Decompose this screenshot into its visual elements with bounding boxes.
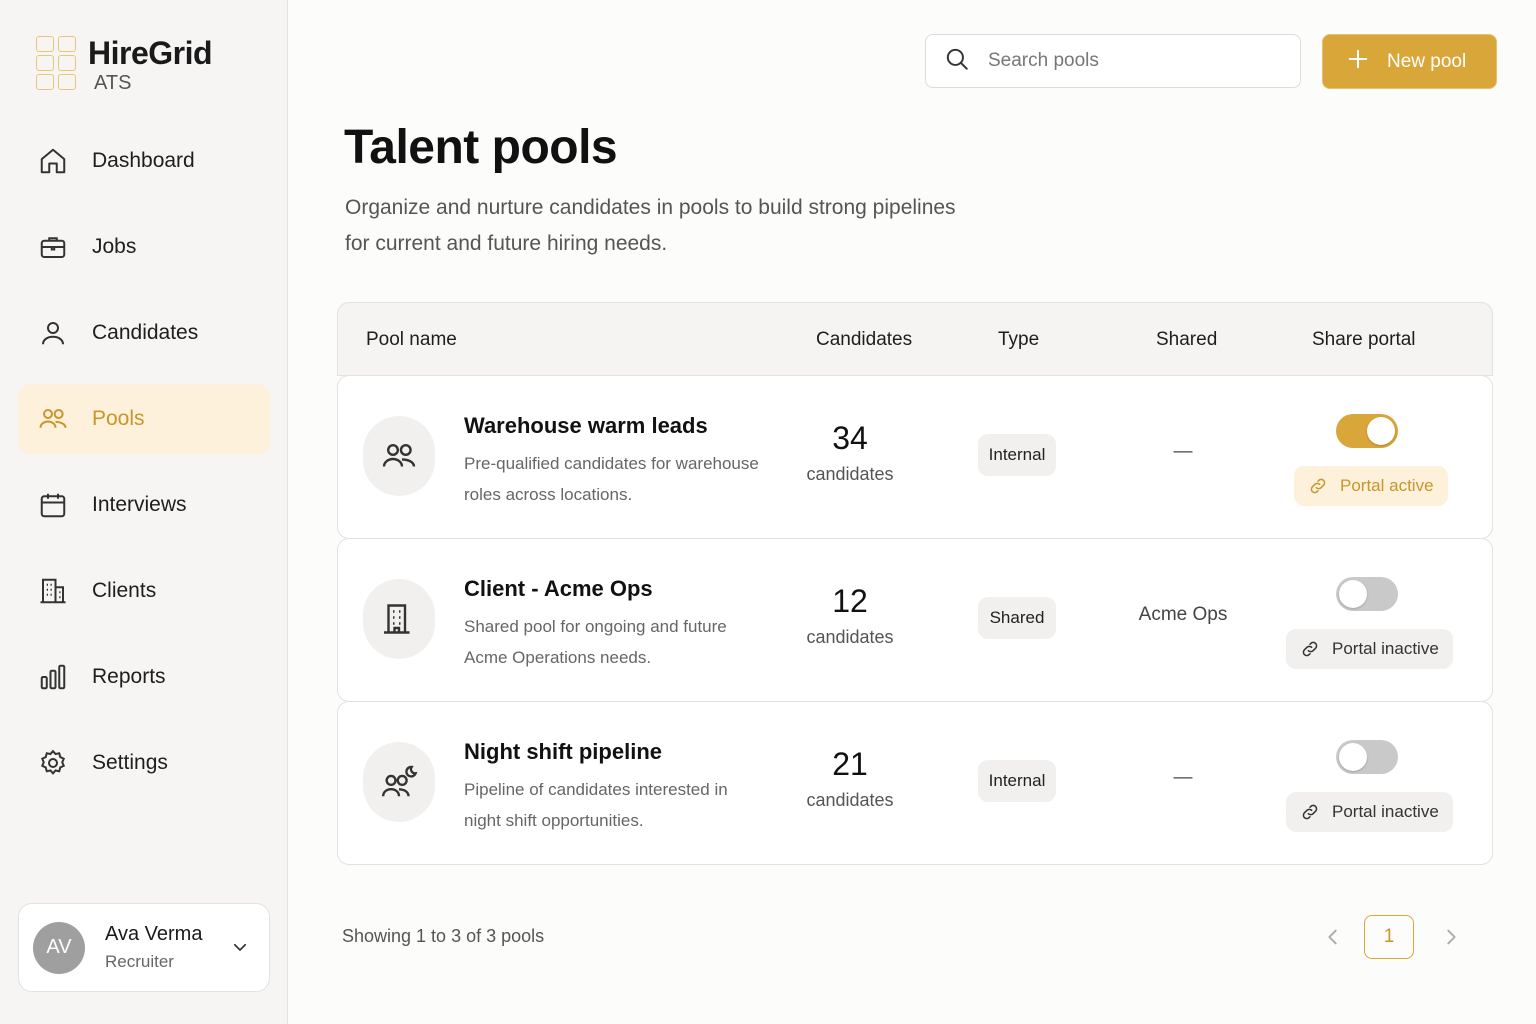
portal-toggle[interactable] [1336, 740, 1398, 774]
calendar-icon [38, 490, 68, 520]
pagination-summary: Showing 1 to 3 of 3 pools [342, 926, 545, 946]
sidebar-item-label: Clients [92, 579, 157, 602]
sidebar-item-reports[interactable]: Reports [18, 642, 270, 712]
portal-toggle[interactable] [1336, 414, 1398, 448]
sidebar-item-candidates[interactable]: Candidates [18, 298, 270, 368]
portal-status-label: Portal inactive [1332, 802, 1439, 821]
sidebar-item-label: Pools [92, 407, 145, 430]
sidebar: HireGrid ATS Dashboard Jobs Candidates P… [0, 0, 288, 1024]
pool-name[interactable]: Warehouse warm leads [464, 413, 708, 439]
shared-with: Acme Ops [1138, 604, 1228, 625]
pool-description: Pipeline of candidates interested in nig… [464, 780, 728, 830]
sidebar-nav: Dashboard Jobs Candidates Pools Intervie… [18, 126, 270, 814]
candidate-count: 21 [832, 746, 868, 782]
search-icon [944, 46, 970, 77]
type-badge: Internal [978, 434, 1056, 476]
sidebar-item-label: Dashboard [92, 149, 195, 172]
search-input[interactable] [988, 50, 1268, 72]
column-header-share-portal[interactable]: Share portal [1312, 329, 1416, 351]
sidebar-item-label: Jobs [92, 235, 137, 258]
sidebar-item-interviews[interactable]: Interviews [18, 470, 270, 540]
column-header-candidates[interactable]: Candidates [816, 329, 912, 351]
pool-name[interactable]: Client - Acme Ops [464, 576, 653, 602]
user-name: Ava Verma [105, 923, 203, 945]
new-pool-button[interactable]: New pool [1322, 34, 1497, 89]
gear-icon [38, 748, 68, 778]
portal-toggle[interactable] [1336, 577, 1398, 611]
sidebar-item-pools[interactable]: Pools [18, 384, 270, 454]
pool-description: Shared pool for ongoing and future Acme … [464, 617, 727, 667]
candidate-count: 12 [832, 583, 868, 619]
search-bar[interactable] [925, 34, 1301, 88]
users-icon [38, 404, 68, 434]
sidebar-item-label: Reports [92, 665, 166, 688]
user-icon [38, 318, 68, 348]
chevron-down-icon [231, 938, 249, 961]
user-menu[interactable]: AV Ava Verma Recruiter [18, 903, 270, 992]
users-icon [363, 416, 435, 496]
pools-table: Pool name Candidates Type Shared Share p… [337, 302, 1493, 865]
bar-chart-icon [38, 662, 68, 692]
page-title: Talent pools [344, 121, 618, 174]
sidebar-item-settings[interactable]: Settings [18, 728, 270, 798]
candidate-count-label: candidates [806, 790, 894, 810]
brand-name: HireGrid [88, 35, 213, 71]
brand-subtitle: ATS [94, 72, 132, 94]
building-icon [38, 576, 68, 606]
table-row[interactable]: Client - Acme Ops Shared pool for ongoin… [337, 538, 1493, 702]
briefcase-icon [38, 232, 68, 262]
sidebar-item-label: Candidates [92, 321, 199, 344]
sidebar-item-label: Settings [92, 751, 168, 774]
page-description: Organize and nurture candidates in pools… [345, 196, 956, 255]
column-header-type[interactable]: Type [998, 329, 1039, 351]
sidebar-item-jobs[interactable]: Jobs [18, 212, 270, 282]
type-badge: Internal [978, 760, 1056, 802]
candidate-count-label: candidates [806, 627, 894, 647]
chevron-left-icon[interactable] [1322, 924, 1344, 955]
shared-with: — [1173, 767, 1193, 788]
table-header: Pool name Candidates Type Shared Share p… [337, 302, 1493, 376]
shared-with: — [1173, 441, 1193, 462]
pool-description: Pre-qualified candidates for warehouse r… [464, 454, 759, 504]
table-row[interactable]: Warehouse warm leads Pre-qualified candi… [337, 375, 1493, 539]
plus-icon [1347, 48, 1369, 76]
portal-status-badge[interactable]: Portal inactive [1286, 792, 1453, 832]
moon-users-icon [363, 742, 435, 822]
link-icon [1302, 641, 1318, 657]
brand[interactable]: HireGrid ATS [36, 35, 213, 95]
chevron-right-icon[interactable] [1440, 924, 1462, 955]
portal-status-badge[interactable]: Portal inactive [1286, 629, 1453, 669]
avatar: AV [33, 921, 85, 974]
table-row[interactable]: Night shift pipeline Pipeline of candida… [337, 701, 1493, 865]
pool-name[interactable]: Night shift pipeline [464, 739, 662, 765]
link-icon [1310, 478, 1326, 494]
grid-logo-icon [36, 36, 78, 92]
home-icon [38, 146, 68, 176]
sidebar-item-dashboard[interactable]: Dashboard [18, 126, 270, 196]
portal-status-label: Portal inactive [1332, 639, 1439, 658]
candidate-count-label: candidates [806, 464, 894, 484]
portal-status-badge[interactable]: Portal active [1294, 466, 1448, 506]
pagination-page[interactable]: 1 [1364, 915, 1414, 959]
column-header-shared[interactable]: Shared [1156, 329, 1217, 351]
link-icon [1302, 804, 1318, 820]
column-header-pool-name[interactable]: Pool name [366, 329, 457, 351]
type-badge: Shared [978, 597, 1056, 639]
sidebar-item-label: Interviews [92, 493, 187, 516]
new-pool-label: New pool [1387, 50, 1467, 72]
candidate-count: 34 [832, 420, 868, 456]
user-role: Recruiter [105, 952, 174, 971]
portal-status-label: Portal active [1340, 476, 1434, 495]
sidebar-item-clients[interactable]: Clients [18, 556, 270, 626]
building-icon [363, 579, 435, 659]
